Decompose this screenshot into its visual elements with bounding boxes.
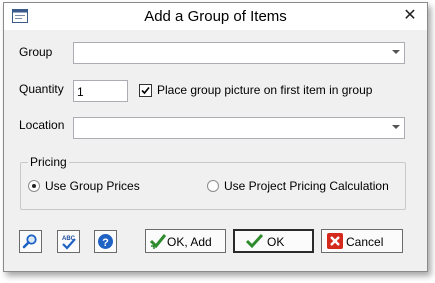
help-icon: ? bbox=[98, 234, 113, 249]
ok-add-label: OK, Add bbox=[167, 235, 212, 249]
use-project-pricing-radio[interactable] bbox=[207, 180, 219, 192]
quantity-label: Quantity bbox=[19, 82, 64, 96]
check-icon bbox=[245, 233, 264, 249]
location-combobox[interactable] bbox=[73, 117, 405, 139]
check-add-icon bbox=[149, 234, 167, 249]
pricing-legend: Pricing bbox=[28, 155, 69, 169]
spellcheck-icon: ABC bbox=[62, 236, 76, 250]
chevron-down-icon bbox=[392, 125, 400, 129]
use-group-prices-label: Use Group Prices bbox=[45, 179, 140, 193]
title-bar: Add a Group of Items ✕ bbox=[4, 3, 427, 31]
checkmark-icon bbox=[141, 86, 150, 95]
magnifier-icon bbox=[22, 234, 37, 249]
help-button[interactable]: ? bbox=[94, 230, 117, 253]
cancel-button[interactable]: Cancel bbox=[321, 229, 403, 253]
chevron-down-icon bbox=[392, 50, 400, 54]
use-group-prices-radio[interactable] bbox=[28, 180, 40, 192]
cancel-x-icon bbox=[327, 233, 343, 249]
spellcheck-button[interactable]: ABC bbox=[57, 230, 80, 253]
ok-button[interactable]: OK bbox=[233, 229, 314, 253]
use-project-pricing-label: Use Project Pricing Calculation bbox=[224, 179, 389, 193]
dialog-title: Add a Group of Items bbox=[144, 8, 287, 25]
quantity-field[interactable]: 1 bbox=[73, 80, 128, 102]
search-button[interactable] bbox=[19, 230, 42, 253]
place-picture-label: Place group picture on first item in gro… bbox=[157, 83, 373, 97]
place-picture-checkbox[interactable] bbox=[139, 84, 152, 97]
group-label: Group bbox=[19, 45, 53, 59]
ok-label: OK bbox=[267, 235, 285, 249]
group-combobox[interactable] bbox=[73, 42, 405, 64]
location-label: Location bbox=[19, 118, 65, 132]
cancel-label: Cancel bbox=[346, 235, 384, 249]
add-group-dialog: Add a Group of Items ✕ Group Quantity 1 … bbox=[3, 2, 428, 272]
ok-add-button[interactable]: OK, Add bbox=[145, 229, 226, 253]
close-button[interactable]: ✕ bbox=[399, 6, 421, 26]
svg-text:?: ? bbox=[102, 237, 109, 249]
